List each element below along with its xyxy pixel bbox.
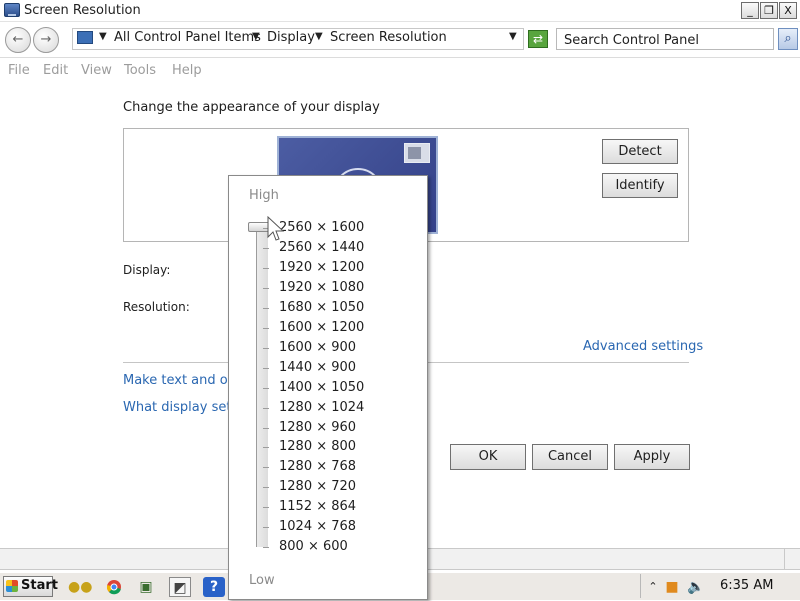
chevron-down-icon[interactable]: ▼	[315, 31, 323, 42]
chevron-down-icon[interactable]: ▼	[252, 31, 260, 42]
breadcrumb-screen-resolution[interactable]: Screen Resolution	[330, 30, 447, 45]
resolution-option[interactable]: 1280 × 800	[279, 439, 356, 454]
resolution-option[interactable]: 1600 × 1200	[279, 320, 364, 335]
slider-tick	[263, 447, 269, 448]
resolution-option[interactable]: 1280 × 768	[279, 459, 356, 474]
resolution-option[interactable]: 1400 × 1050	[279, 380, 364, 395]
control-panel-icon	[77, 31, 93, 44]
resolution-slider-track[interactable]	[256, 227, 268, 547]
resolution-option[interactable]: 2560 × 1600	[279, 220, 364, 235]
display-control-panel-icon	[4, 3, 20, 17]
display-label: Display:	[123, 263, 171, 277]
resolution-option[interactable]: 1920 × 1080	[279, 280, 364, 295]
display-settings-taskbar-icon[interactable]: ◩	[169, 577, 191, 597]
resolution-option[interactable]: 1680 × 1050	[279, 300, 364, 315]
refresh-button[interactable]: ⇄	[528, 30, 548, 48]
slider-tick	[263, 248, 269, 249]
back-button[interactable]: ←	[5, 27, 31, 53]
minimize-button[interactable]: _	[741, 2, 759, 19]
resolution-option[interactable]: 1280 × 1024	[279, 400, 364, 415]
slider-tick	[263, 428, 269, 429]
resolution-option[interactable]: 1024 × 768	[279, 519, 356, 534]
forward-button[interactable]: →	[33, 27, 59, 53]
slider-tick	[263, 328, 269, 329]
help-icon[interactable]: ?	[203, 577, 225, 597]
slider-tick	[263, 288, 269, 289]
clock[interactable]: 6:35 AM	[720, 578, 773, 593]
resolution-label: Resolution:	[123, 300, 190, 314]
slider-tick	[263, 507, 269, 508]
mouse-cursor-icon	[267, 216, 285, 241]
resolution-option[interactable]: 1152 × 864	[279, 499, 356, 514]
slider-tick	[263, 467, 269, 468]
chrome-icon[interactable]	[103, 577, 125, 597]
monitor-number-icon	[404, 143, 430, 163]
status-bar-separator	[784, 549, 785, 569]
tray-notification-icon[interactable]: ■	[661, 577, 683, 597]
menu-tools[interactable]: Tools	[124, 63, 156, 78]
identify-button[interactable]: Identify	[602, 173, 678, 198]
breadcrumb-display[interactable]: Display	[267, 30, 315, 45]
window-title: Screen Resolution	[24, 3, 141, 18]
resolution-option[interactable]: 1600 × 900	[279, 340, 356, 355]
slider-tick	[263, 268, 269, 269]
search-input[interactable]: Search Control Panel	[556, 28, 774, 50]
close-button[interactable]: X	[779, 2, 797, 19]
cancel-button[interactable]: Cancel	[532, 444, 608, 470]
slider-tick	[263, 308, 269, 309]
text-size-link[interactable]: Make text and other items larger or smal…	[123, 373, 228, 388]
start-label: Start	[21, 578, 58, 593]
resolution-option[interactable]: 800 × 600	[279, 539, 348, 554]
slider-tick	[263, 527, 269, 528]
menu-view[interactable]: View	[81, 63, 112, 78]
slider-tick	[263, 487, 269, 488]
slider-tick	[263, 368, 269, 369]
volume-muted-icon[interactable]: 🔈	[685, 577, 707, 597]
page-heading: Change the appearance of your display	[123, 100, 380, 115]
ok-button[interactable]: OK	[450, 444, 526, 470]
resolution-option[interactable]: 2560 × 1440	[279, 240, 364, 255]
menu-file[interactable]: File	[8, 63, 30, 78]
resolution-option[interactable]: 1280 × 720	[279, 479, 356, 494]
menu-bar	[0, 58, 800, 82]
slider-tick	[263, 348, 269, 349]
display-settings-help-link[interactable]: What display settings should I choose?	[123, 400, 228, 415]
menu-edit[interactable]: Edit	[43, 63, 68, 78]
low-label: Low	[249, 573, 275, 588]
menu-help[interactable]: Help	[172, 63, 202, 78]
breadcrumb-all-control-panel-items[interactable]: All Control Panel Items	[114, 30, 261, 45]
slider-tick	[263, 388, 269, 389]
advanced-settings-link[interactable]: Advanced settings	[583, 339, 703, 354]
resolution-option[interactable]: 1280 × 960	[279, 420, 356, 435]
resolution-option[interactable]: 1920 × 1200	[279, 260, 364, 275]
chevron-down-icon[interactable]: ▼	[99, 31, 107, 42]
detect-button[interactable]: Detect	[602, 139, 678, 164]
resolution-option[interactable]: 1440 × 900	[279, 360, 356, 375]
search-icon[interactable]: ⌕	[778, 28, 798, 50]
restore-button[interactable]: ❐	[760, 2, 778, 19]
slider-tick	[263, 408, 269, 409]
address-dropdown-icon[interactable]: ▼	[509, 31, 517, 42]
users-icon[interactable]: ●●	[68, 577, 92, 597]
apply-button[interactable]: Apply	[614, 444, 690, 470]
high-label: High	[249, 188, 279, 203]
slider-tick	[263, 547, 269, 548]
windows-flag-icon	[6, 580, 18, 592]
network-monitor-icon[interactable]: ▣	[135, 577, 157, 597]
